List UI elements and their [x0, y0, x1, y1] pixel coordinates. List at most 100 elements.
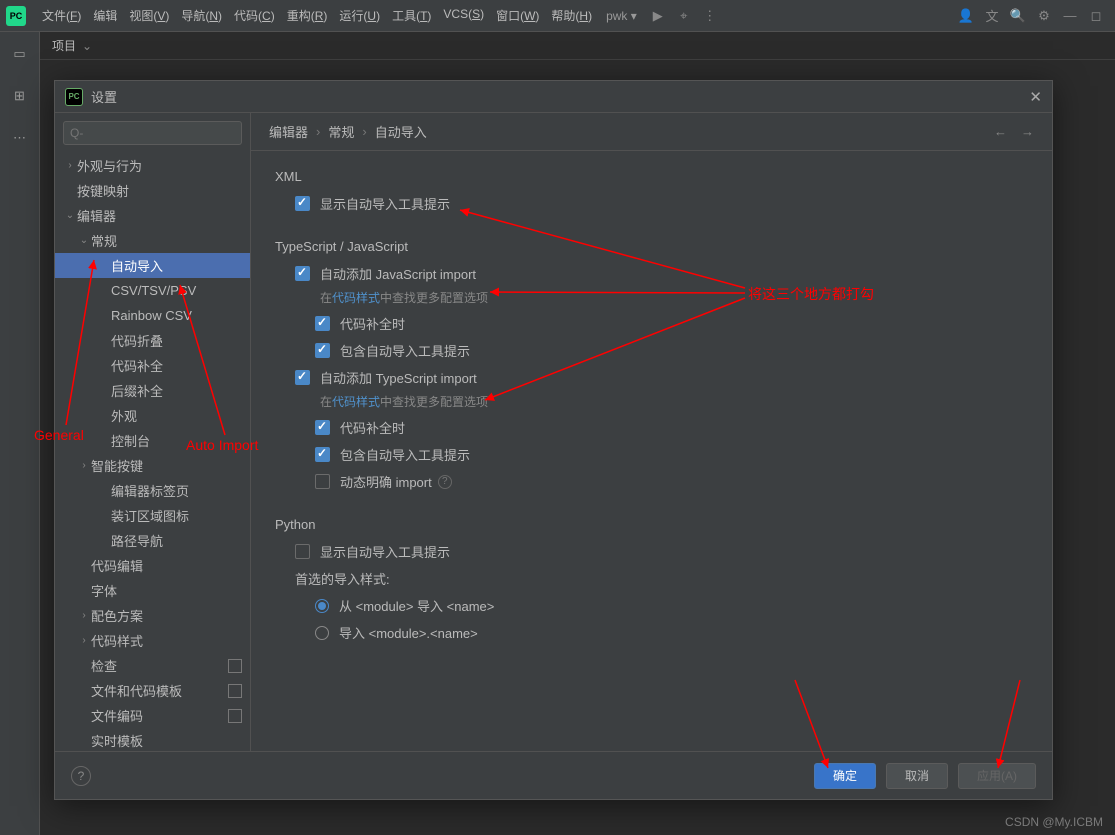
tree-item[interactable]: ›智能按键 [55, 453, 250, 478]
settings-tree-pane: ›外观与行为按键映射⌄编辑器⌄常规自动导入CSV/TSV/PSVRainbow … [55, 113, 251, 751]
menu-item[interactable]: 代码(C) [228, 7, 281, 24]
more-icon[interactable]: ⋮ [697, 3, 723, 29]
ts-tooltip-checkbox[interactable] [315, 447, 330, 462]
python-tooltip-checkbox[interactable] [295, 544, 310, 559]
dynamic-import-label: 动态明确 import [340, 472, 432, 491]
more-icon[interactable]: ⋯ [8, 126, 32, 150]
tree-item[interactable]: ⌄编辑器 [55, 203, 250, 228]
tree-item[interactable]: 装订区域图标 [55, 503, 250, 528]
run-icon[interactable]: ▶ [645, 3, 671, 29]
folder-icon[interactable]: ▭ [8, 42, 32, 66]
menu-item[interactable]: 导航(N) [175, 7, 228, 24]
ts-completion-checkbox[interactable] [315, 420, 330, 435]
tree-item[interactable]: ›外观与行为 [55, 153, 250, 178]
watermark: CSDN @My.ICBM [1005, 815, 1103, 829]
settings-gear-icon[interactable]: ⚙ [1031, 3, 1057, 29]
tree-item[interactable]: 代码折叠 [55, 328, 250, 353]
add-user-icon[interactable]: 👤 [953, 3, 979, 29]
pycharm-logo-icon: PC [65, 88, 83, 106]
menu-item[interactable]: 编辑 [87, 7, 123, 24]
settings-tree[interactable]: ›外观与行为按键映射⌄编辑器⌄常规自动导入CSV/TSV/PSVRainbow … [55, 153, 250, 751]
minimize-icon[interactable]: — [1057, 3, 1083, 29]
add-ts-import-label: 自动添加 TypeScript import [320, 368, 477, 387]
tree-item[interactable]: ›代码样式 [55, 628, 250, 653]
tree-item[interactable]: 编辑器标签页 [55, 478, 250, 503]
python-pref-label: 首选的导入样式: [295, 569, 390, 588]
menu-item[interactable]: 运行(U) [333, 7, 386, 24]
import-style-radio-1[interactable] [315, 599, 329, 613]
tree-item[interactable]: 路径导航 [55, 528, 250, 553]
menu-item[interactable]: 视图(V) [123, 7, 175, 24]
search-icon[interactable]: 🔍 [1005, 3, 1031, 29]
import-style-label-1: 从 <module> 导入 <name> [339, 596, 494, 615]
js-completion-label: 代码补全时 [340, 314, 405, 333]
dialog-title: 设置 [91, 87, 117, 106]
js-tooltip-checkbox[interactable] [315, 343, 330, 358]
project-toolbar[interactable]: 项目 ⌄ [40, 32, 1115, 60]
tree-item[interactable]: 字体 [55, 578, 250, 603]
tree-item[interactable]: 实时模板 [55, 728, 250, 751]
breadcrumb: 编辑器 › 常规 › 自动导入 ← → [251, 113, 1052, 151]
js-tooltip-label: 包含自动导入工具提示 [340, 341, 470, 360]
debug-icon[interactable]: ⌖ [671, 3, 697, 29]
crumb-editor[interactable]: 编辑器 [269, 122, 308, 141]
tree-item[interactable]: 检查 [55, 653, 250, 678]
codestyle-link[interactable]: 代码样式 [332, 291, 380, 305]
ok-button[interactable]: 确定 [814, 763, 876, 789]
ts-completion-label: 代码补全时 [340, 418, 405, 437]
tree-item[interactable]: 代码补全 [55, 353, 250, 378]
js-completion-checkbox[interactable] [315, 316, 330, 331]
translate-icon[interactable]: 文 [979, 3, 1005, 29]
app-logo-icon: PC [6, 6, 26, 26]
left-toolbar: ▭ ⊞ ⋯ [0, 32, 40, 835]
back-arrow-icon[interactable]: ← [994, 124, 1007, 139]
crumb-general[interactable]: 常规 [328, 122, 354, 141]
menu-item[interactable]: 帮助(H) [545, 7, 598, 24]
add-ts-import-checkbox[interactable] [295, 370, 310, 385]
search-input[interactable] [70, 126, 235, 140]
tree-item[interactable]: 文件编码 [55, 703, 250, 728]
dynamic-import-checkbox[interactable] [315, 474, 330, 489]
import-style-radio-2[interactable] [315, 626, 329, 640]
square-icon[interactable]: ◻ [1083, 3, 1109, 29]
tree-item[interactable]: 后缀补全 [55, 378, 250, 403]
tree-item[interactable]: 代码编辑 [55, 553, 250, 578]
menu-item[interactable]: 工具(T) [386, 7, 437, 24]
python-tooltip-label: 显示自动导入工具提示 [320, 542, 450, 561]
menu-item[interactable]: 重构(R) [281, 7, 334, 24]
tree-item[interactable]: CSV/TSV/PSV [55, 278, 250, 303]
help-icon[interactable]: ? [438, 475, 452, 489]
ts-tooltip-label: 包含自动导入工具提示 [340, 445, 470, 464]
apply-button[interactable]: 应用(A) [958, 763, 1036, 789]
dialog-footer: ? 确定 取消 应用(A) [55, 751, 1052, 799]
chevron-down-icon: ⌄ [82, 39, 92, 53]
add-js-import-label: 自动添加 JavaScript import [320, 264, 476, 283]
js-codestyle-hint: 在代码样式中查找更多配置选项 [275, 289, 1028, 306]
xml-show-tooltip-checkbox[interactable] [295, 196, 310, 211]
project-name[interactable]: pwk ▾ [598, 9, 645, 23]
crumb-autoimport: 自动导入 [375, 122, 427, 141]
tree-item[interactable]: ›配色方案 [55, 603, 250, 628]
project-badge-icon [228, 659, 242, 673]
menu-item[interactable]: VCS(S) [437, 7, 490, 24]
close-icon[interactable]: ✕ [1029, 88, 1042, 106]
tree-item[interactable]: 自动导入 [55, 253, 250, 278]
add-js-import-checkbox[interactable] [295, 266, 310, 281]
settings-search-box[interactable] [63, 121, 242, 145]
project-badge-icon [228, 709, 242, 723]
tree-item[interactable]: ⌄常规 [55, 228, 250, 253]
tree-item[interactable]: 控制台 [55, 428, 250, 453]
xml-show-tooltip-label: 显示自动导入工具提示 [320, 194, 450, 213]
codestyle-link-2[interactable]: 代码样式 [332, 395, 380, 409]
menu-item[interactable]: 文件(F) [36, 7, 87, 24]
tree-item[interactable]: 文件和代码模板 [55, 678, 250, 703]
project-badge-icon [228, 684, 242, 698]
menu-item[interactable]: 窗口(W) [490, 7, 545, 24]
forward-arrow-icon[interactable]: → [1021, 124, 1034, 139]
help-button[interactable]: ? [71, 766, 91, 786]
cancel-button[interactable]: 取消 [886, 763, 948, 789]
tree-item[interactable]: 外观 [55, 403, 250, 428]
tree-item[interactable]: 按键映射 [55, 178, 250, 203]
tree-item[interactable]: Rainbow CSV [55, 303, 250, 328]
structure-icon[interactable]: ⊞ [8, 84, 32, 108]
